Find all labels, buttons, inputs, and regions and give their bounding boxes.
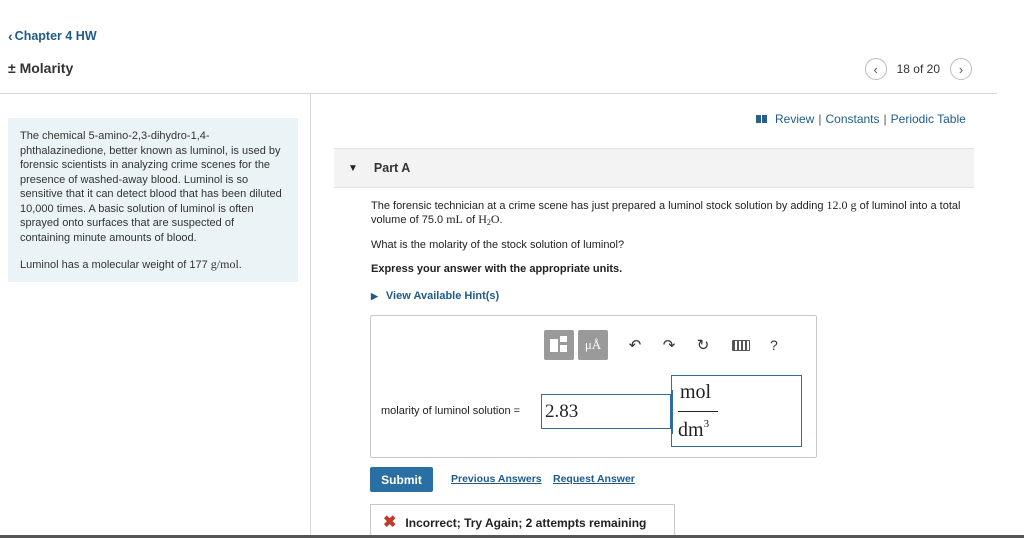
request-answer-link[interactable]: Request Answer bbox=[553, 473, 635, 485]
reset-icon[interactable]: ↻ bbox=[692, 336, 714, 354]
intro-paragraph: The chemical 5-amino-2,3-dihydro-1,4-pht… bbox=[20, 130, 282, 244]
next-item-button[interactable]: › bbox=[950, 58, 972, 80]
question-ask: What is the molarity of the stock soluti… bbox=[371, 239, 625, 251]
collapse-triangle-icon: ▼ bbox=[348, 162, 358, 174]
units-input[interactable]: mol dm3 bbox=[671, 375, 802, 447]
question-mass: 12.0 g bbox=[826, 198, 857, 212]
feedback-text: Incorrect; Try Again; 2 attempts remaini… bbox=[405, 515, 647, 530]
column-divider bbox=[310, 94, 311, 538]
back-to-chapter-link[interactable]: ‹ Chapter 4 HW bbox=[8, 28, 97, 44]
keyboard-icon[interactable] bbox=[732, 339, 750, 351]
question-segment: The forensic technician at a crime scene… bbox=[371, 200, 827, 212]
unit-numerator: mol bbox=[680, 381, 712, 403]
resource-links: Review | Constants | Periodic Table bbox=[756, 112, 966, 126]
header-divider bbox=[0, 93, 997, 94]
item-pager: ‹ 18 of 20 › bbox=[864, 58, 972, 80]
solvent-formula: H2O bbox=[478, 212, 500, 228]
units-field-edge bbox=[672, 390, 673, 434]
redo-icon[interactable]: ↷ bbox=[658, 336, 680, 354]
title-prefix: ± bbox=[8, 60, 16, 76]
back-link-label: Chapter 4 HW bbox=[14, 29, 97, 43]
mw-unit: g/mol bbox=[210, 257, 239, 271]
answer-instruction: Express your answer with the appropriate… bbox=[371, 263, 623, 275]
pager-position: 18 of 20 bbox=[896, 62, 940, 76]
value-input[interactable] bbox=[541, 394, 671, 429]
submit-button[interactable]: Submit bbox=[370, 467, 433, 492]
answer-panel: μÅ ↶ ↷ ↻ ? molarity of luminol solution … bbox=[370, 315, 817, 458]
previous-answers-link[interactable]: Previous Answers bbox=[451, 473, 542, 485]
link-separator: | bbox=[883, 112, 887, 126]
book-icon bbox=[756, 115, 767, 123]
chevron-left-icon: ‹ bbox=[873, 61, 878, 77]
previous-item-button[interactable]: ‹ bbox=[864, 58, 887, 80]
fraction-bar bbox=[678, 411, 718, 412]
page-title: ± Molarity bbox=[8, 60, 73, 76]
templates-icon bbox=[550, 336, 568, 354]
periodic-table-link[interactable]: Periodic Table bbox=[891, 112, 966, 126]
incorrect-x-icon: ✖ bbox=[383, 513, 397, 531]
mw-period: . bbox=[238, 259, 242, 271]
units-button[interactable]: μÅ bbox=[578, 330, 608, 360]
review-link[interactable]: Review bbox=[775, 112, 814, 126]
help-icon[interactable]: ? bbox=[770, 337, 778, 353]
feedback-message: ✖ Incorrect; Try Again; 2 attempts remai… bbox=[370, 504, 675, 538]
constants-link[interactable]: Constants bbox=[825, 112, 879, 126]
answer-label: molarity of luminol solution = bbox=[381, 405, 521, 417]
link-separator: | bbox=[818, 112, 822, 126]
question-segment: . bbox=[499, 214, 503, 226]
formula-o: O bbox=[490, 212, 500, 226]
view-hints-toggle[interactable]: ▶ View Available Hint(s) bbox=[371, 290, 499, 302]
unit-denominator: dm3 bbox=[678, 418, 709, 442]
math-toolbar: μÅ ↶ ↷ ↻ ? bbox=[544, 330, 778, 360]
intro-molecular-weight: Luminol has a molecular weight of 177 g/… bbox=[20, 257, 286, 273]
mw-text: Luminol has a molecular weight of 177 bbox=[20, 259, 211, 271]
chevron-right-icon: › bbox=[958, 61, 964, 77]
question-text: The forensic technician at a crime scene… bbox=[371, 199, 971, 229]
question-segment: of bbox=[462, 214, 479, 226]
part-a-header[interactable]: ▼ Part A bbox=[334, 148, 974, 188]
question-volume-unit: mL bbox=[446, 212, 463, 226]
unit-exponent: 3 bbox=[703, 418, 710, 430]
expand-triangle-icon: ▶ bbox=[371, 290, 378, 301]
units-icon: μÅ bbox=[584, 337, 602, 352]
chevron-left-icon: ‹ bbox=[8, 28, 13, 44]
templates-button[interactable] bbox=[544, 330, 574, 360]
undo-icon[interactable]: ↶ bbox=[624, 336, 646, 354]
title-text: Molarity bbox=[19, 60, 74, 76]
unit-denominator-base: dm bbox=[678, 419, 704, 441]
hints-label: View Available Hint(s) bbox=[385, 290, 500, 302]
problem-intro-panel: The chemical 5-amino-2,3-dihydro-1,4-pht… bbox=[8, 118, 298, 282]
formula-h: H bbox=[478, 212, 487, 226]
part-label: Part A bbox=[373, 161, 411, 175]
